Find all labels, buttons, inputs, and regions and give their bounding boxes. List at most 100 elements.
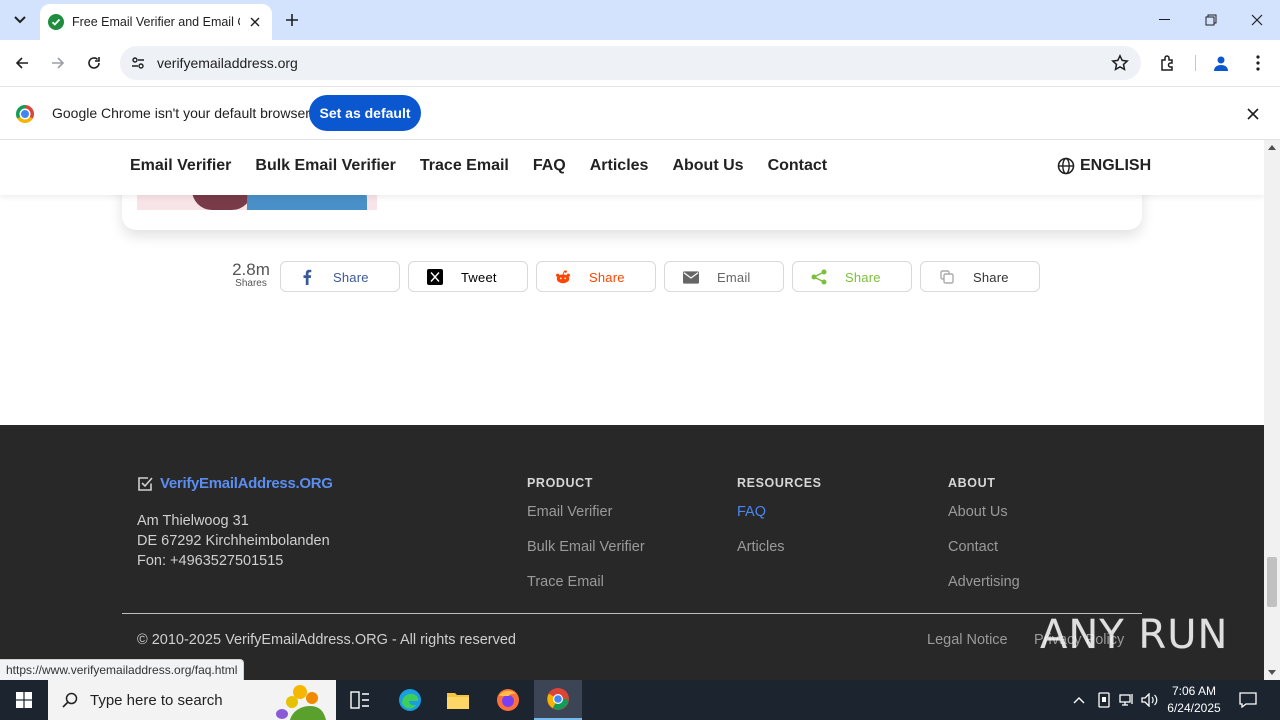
anyrun-watermark: ANY RUN xyxy=(1040,612,1228,658)
footer-link-advertising[interactable]: Advertising xyxy=(948,574,1020,609)
file-explorer-taskbar-button[interactable] xyxy=(434,680,482,720)
chevron-up-icon xyxy=(1073,697,1085,704)
volume-tray-button[interactable] xyxy=(1139,680,1161,720)
email-share-button[interactable]: Email xyxy=(664,261,784,292)
scroll-up-arrow-icon[interactable] xyxy=(1268,145,1276,150)
active-tab[interactable]: Free Email Verifier and Email Ch xyxy=(40,4,272,40)
footer-column-resources: RESOURCES FAQ Articles xyxy=(737,476,822,574)
address-line: DE 67292 Kirchheimbolanden xyxy=(137,533,330,549)
firefox-taskbar-button[interactable] xyxy=(484,680,532,720)
language-selector[interactable]: ENGLISH xyxy=(1057,157,1151,175)
x-tweet-button[interactable]: Tweet xyxy=(408,261,528,292)
footer-column-product: PRODUCT Email Verifier Bulk Email Verifi… xyxy=(527,476,645,609)
tweet-label: Tweet xyxy=(461,270,497,285)
forward-button[interactable] xyxy=(44,49,72,77)
copy-share-button[interactable]: Share xyxy=(920,261,1040,292)
network-icon xyxy=(1119,694,1133,706)
device-tray-button[interactable] xyxy=(1093,680,1115,720)
puzzle-icon xyxy=(1161,55,1173,71)
footer-link-trace-email[interactable]: Trace Email xyxy=(527,574,645,609)
reload-icon xyxy=(88,57,100,69)
new-tab-button[interactable] xyxy=(280,8,304,32)
bookmark-star-icon[interactable] xyxy=(1111,54,1129,77)
set-default-button[interactable]: Set as default xyxy=(309,95,421,131)
nav-about-us[interactable]: About Us xyxy=(672,157,743,175)
url-text: verifyemailaddress.org xyxy=(157,55,298,71)
footer-link-articles[interactable]: Articles xyxy=(737,539,822,574)
column-heading: RESOURCES xyxy=(737,476,822,490)
search-placeholder: Type here to search xyxy=(90,691,223,709)
nav-email-verifier[interactable]: Email Verifier xyxy=(130,157,231,175)
nav-bulk-email-verifier[interactable]: Bulk Email Verifier xyxy=(255,157,396,175)
reddit-icon xyxy=(555,269,571,285)
reload-button[interactable] xyxy=(80,49,108,77)
clock-date: 6/24/2025 xyxy=(1167,701,1221,715)
nav-faq[interactable]: FAQ xyxy=(533,157,566,175)
minimize-button[interactable] xyxy=(1142,0,1188,40)
close-window-button[interactable] xyxy=(1234,0,1280,40)
infobar-close-icon[interactable] xyxy=(1244,105,1262,123)
default-browser-infobar: Google Chrome isn't your default browser… xyxy=(0,86,1280,140)
browser-toolbar: verifyemailaddress.org xyxy=(0,40,1280,86)
tab-title: Free Email Verifier and Email Ch xyxy=(72,15,240,29)
reddit-share-button[interactable]: Share xyxy=(536,261,656,292)
footer-link-bulk-email-verifier[interactable]: Bulk Email Verifier xyxy=(527,539,645,574)
screen: Free Email Verifier and Email Ch verifye… xyxy=(0,0,1280,720)
share-label: Share xyxy=(589,270,625,285)
legal-notice-link[interactable]: Legal Notice xyxy=(927,632,1008,648)
kebab-menu-icon xyxy=(1256,55,1260,71)
network-tray-button[interactable] xyxy=(1116,680,1138,720)
generic-share-button[interactable]: Share xyxy=(792,261,912,292)
column-heading: ABOUT xyxy=(948,476,996,490)
profile-icon xyxy=(1214,56,1228,71)
show-hidden-icons-button[interactable] xyxy=(1068,680,1090,720)
facebook-share-button[interactable]: Share xyxy=(280,261,400,292)
scroll-down-arrow-icon[interactable] xyxy=(1268,670,1276,675)
chrome-logo-icon xyxy=(16,105,34,123)
nav-contact[interactable]: Contact xyxy=(768,157,828,175)
share-label: Share xyxy=(973,270,1009,285)
taskbar-clock[interactable]: 7:06 AM 6/24/2025 xyxy=(1160,683,1228,717)
footer-link-faq[interactable]: FAQ xyxy=(737,504,822,539)
footer-divider xyxy=(122,613,1142,614)
share-count: 2.8m Shares xyxy=(228,261,274,289)
tab-search-button[interactable] xyxy=(6,6,34,34)
footer-brand[interactable]: VerifyEmailAddress.ORG xyxy=(137,475,333,492)
address-bar[interactable]: verifyemailaddress.org xyxy=(120,46,1141,80)
email-label: Email xyxy=(717,270,751,285)
footer-link-about-us[interactable]: About Us xyxy=(948,504,1020,539)
back-arrow-icon xyxy=(15,57,28,69)
start-button[interactable] xyxy=(0,680,48,720)
extensions-button[interactable] xyxy=(1154,49,1182,77)
email-icon xyxy=(683,269,699,285)
notifications-button[interactable] xyxy=(1234,680,1262,720)
search-icon xyxy=(62,692,78,708)
edge-taskbar-button[interactable] xyxy=(386,680,434,720)
back-button[interactable] xyxy=(8,49,36,77)
site-info-icon[interactable] xyxy=(123,48,153,78)
close-icon xyxy=(1251,14,1263,26)
nav-trace-email[interactable]: Trace Email xyxy=(420,157,509,175)
copy-icon xyxy=(939,269,955,285)
checkbox-logo-icon xyxy=(138,477,153,491)
plus-icon xyxy=(286,14,298,26)
profile-button[interactable] xyxy=(1207,49,1235,77)
nav-articles[interactable]: Articles xyxy=(590,157,649,175)
forward-arrow-icon xyxy=(52,57,65,69)
scroll-thumb[interactable] xyxy=(1267,557,1277,607)
chrome-taskbar-button[interactable] xyxy=(534,680,582,720)
check-favicon-icon xyxy=(48,14,64,30)
task-view-icon xyxy=(350,691,369,709)
page-scrollbar[interactable] xyxy=(1264,140,1280,680)
restore-button[interactable] xyxy=(1188,0,1234,40)
share-icon xyxy=(811,269,827,285)
footer-link-contact[interactable]: Contact xyxy=(948,539,1020,574)
footer-link-email-verifier[interactable]: Email Verifier xyxy=(527,504,645,539)
task-view-button[interactable] xyxy=(336,680,384,720)
globe-icon xyxy=(1057,157,1075,175)
menu-button[interactable] xyxy=(1244,49,1272,77)
taskbar-search-box[interactable]: Type here to search xyxy=(48,680,336,720)
infobar-message: Google Chrome isn't your default browser xyxy=(52,105,310,121)
tab-close-icon[interactable] xyxy=(246,13,264,31)
copyright-text: © 2010-2025 VerifyEmailAddress.ORG - All… xyxy=(137,632,516,648)
